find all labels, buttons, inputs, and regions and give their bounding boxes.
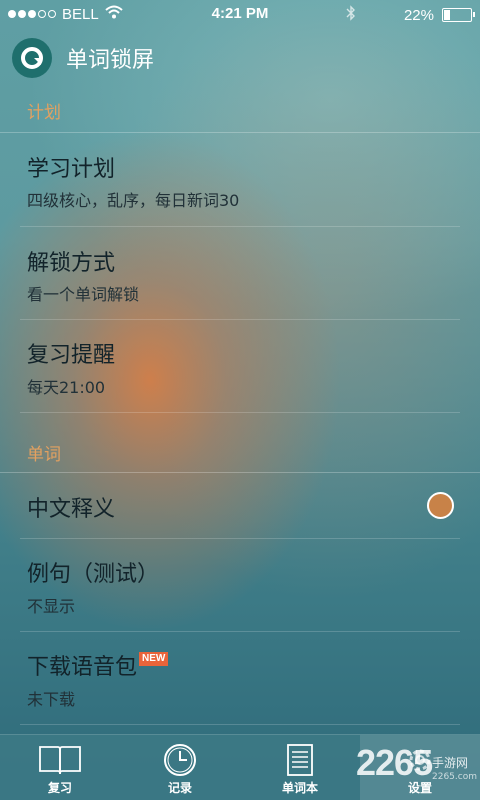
battery-percent: 22%	[403, 6, 434, 24]
book-icon	[38, 743, 82, 777]
section-header-plan: 计划	[27, 103, 61, 123]
clock-icon	[163, 743, 197, 777]
download-audio-title-row: 下载语音包 NEW	[27, 649, 169, 681]
settings-icon	[405, 743, 435, 777]
battery-icon	[442, 8, 475, 22]
app-title: 单词锁屏	[66, 48, 155, 73]
chinese-definition-toggle[interactable]	[427, 492, 454, 519]
setting-example-sentences[interactable]: 例句（测试） 不显示	[0, 539, 480, 631]
chinese-definition-title: 中文释义	[27, 497, 116, 522]
review-reminder-title: 复习提醒	[27, 343, 116, 368]
unlock-mode-title: 解锁方式	[27, 251, 116, 276]
section-header-words: 单词	[27, 445, 61, 465]
review-reminder-subtitle: 每天21:00	[27, 378, 106, 397]
tab-bar: 复习 记录 单词本 设置	[0, 734, 480, 800]
tab-wordbook-label: 单词本	[281, 781, 318, 795]
study-plan-title: 学习计划	[27, 157, 116, 182]
setting-chinese-definition[interactable]: 中文释义	[0, 473, 480, 537]
settings-screen: BELL 4:21 PM 22% 单词锁屏 计划 学习计划 四级核心，乱序，每日…	[0, 0, 480, 800]
setting-study-plan[interactable]: 学习计划 四级核心，乱序，每日新词30	[0, 133, 480, 225]
setting-review-reminder[interactable]: 复习提醒 每天21:00	[0, 320, 480, 412]
example-sentences-title: 例句（测试）	[27, 562, 160, 587]
status-bar: BELL 4:21 PM 22%	[0, 0, 480, 28]
tab-review-label: 复习	[47, 781, 72, 795]
download-audio-subtitle: 未下载	[27, 690, 76, 709]
notebook-icon	[286, 743, 314, 777]
unlock-mode-subtitle: 看一个单词解锁	[27, 285, 140, 304]
study-plan-subtitle: 四级核心，乱序，每日新词30	[27, 191, 240, 210]
setting-download-audio[interactable]: 下载语音包 NEW 未下载	[0, 632, 480, 724]
tab-settings-label: 设置	[407, 781, 432, 795]
app-logo-icon[interactable]	[12, 38, 52, 78]
tab-records[interactable]: 记录	[120, 735, 240, 800]
status-right: 22%	[346, 5, 475, 25]
tab-review[interactable]: 复习	[0, 735, 120, 800]
tab-wordbook[interactable]: 单词本	[240, 735, 360, 800]
divider	[20, 724, 460, 725]
setting-unlock-mode[interactable]: 解锁方式 看一个单词解锁	[0, 227, 480, 319]
bluetooth-icon	[346, 5, 356, 25]
new-badge: NEW	[139, 652, 169, 666]
tab-settings[interactable]: 设置	[360, 735, 480, 800]
app-bar: 单词锁屏	[0, 34, 480, 82]
example-sentences-subtitle: 不显示	[27, 597, 76, 616]
download-audio-title: 下载语音包	[27, 655, 138, 680]
tab-records-label: 记录	[167, 781, 192, 795]
divider	[20, 412, 460, 413]
